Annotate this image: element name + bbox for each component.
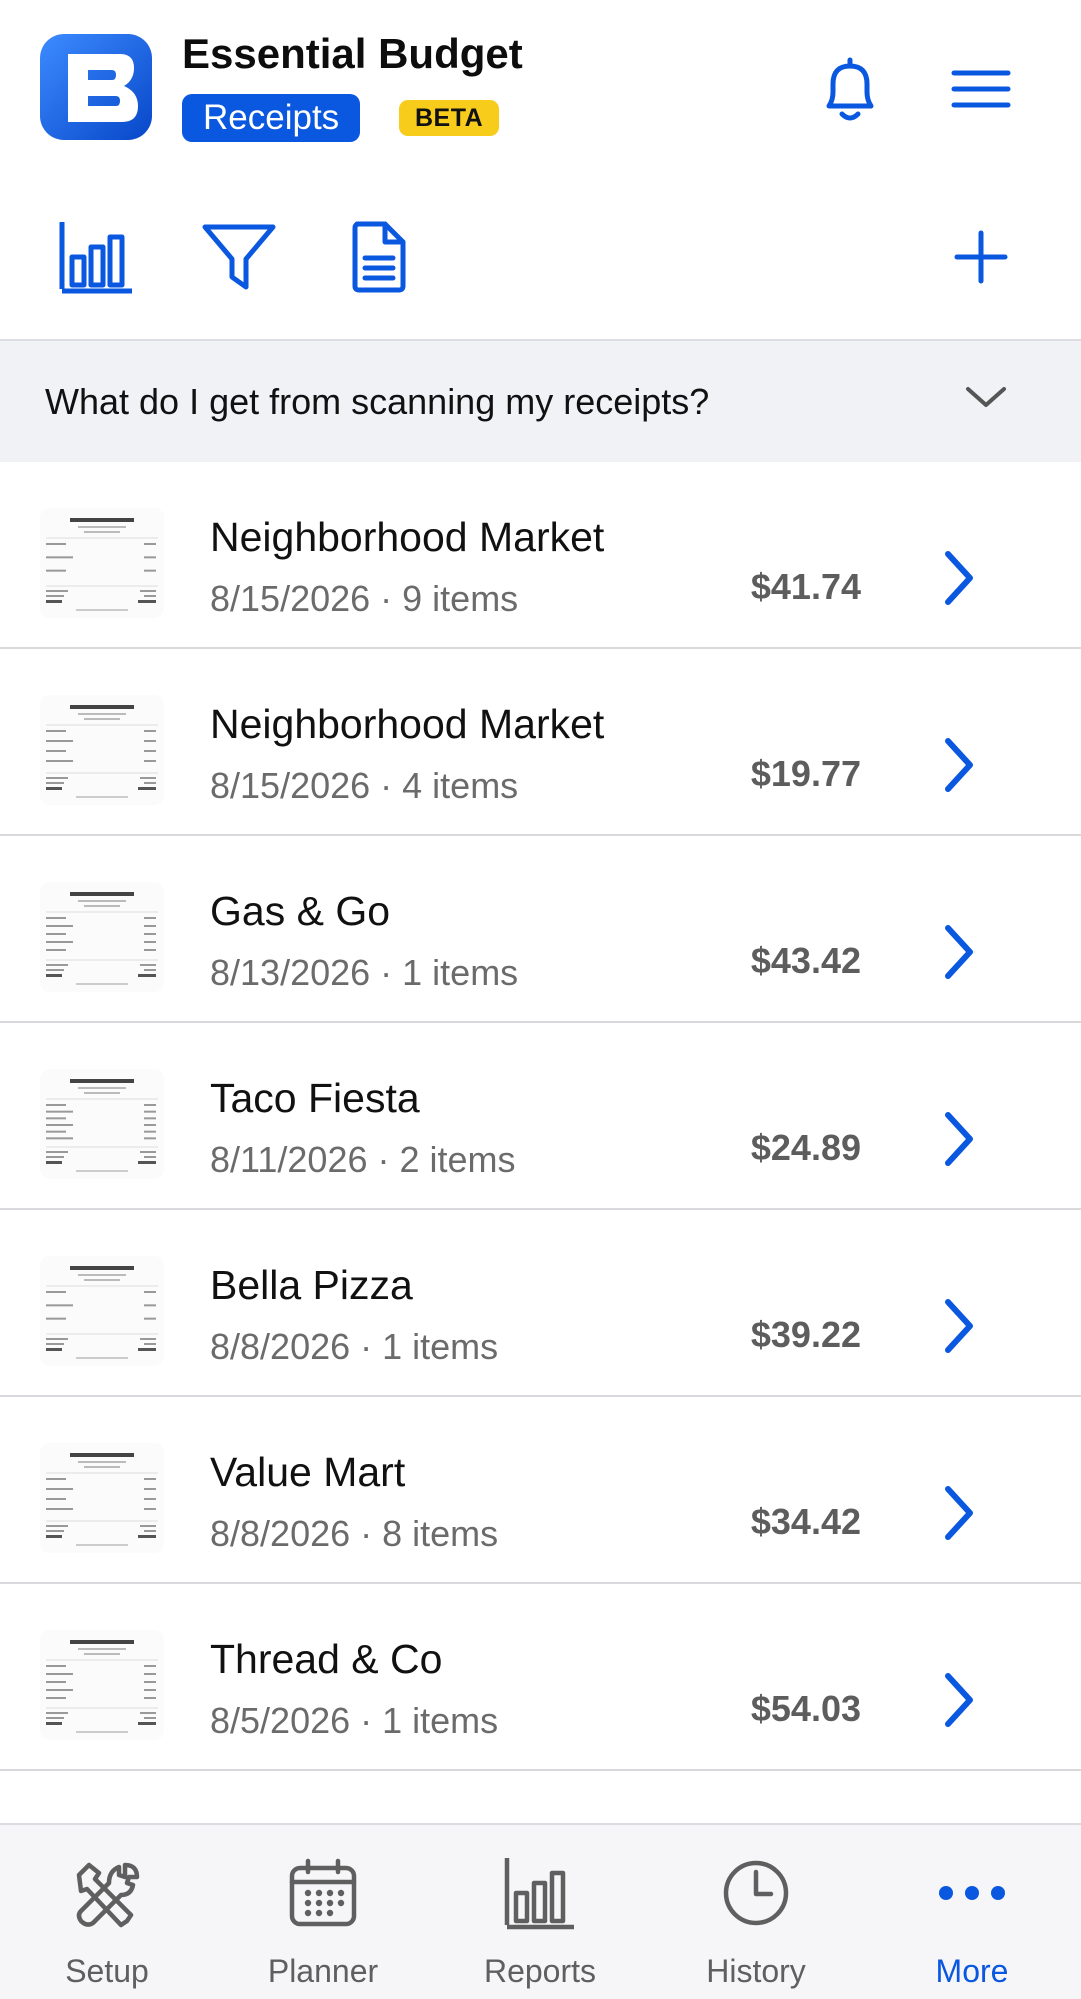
receipt-thumbnail (40, 882, 164, 992)
receipt-amount: $34.42 (750, 1501, 861, 1542)
calendar-icon (285, 1855, 361, 1931)
open-receipt-chevron[interactable] (936, 1670, 980, 1730)
app-title: Essential Budget (182, 30, 523, 77)
receipt-merchant: Gas & Go (210, 888, 391, 934)
document-icon (352, 221, 406, 293)
tab-label: Planner (267, 1953, 379, 1989)
receipt-date-items: 8/11/2026 · 2 items (210, 1139, 516, 1180)
tab-history[interactable]: History (656, 1845, 856, 1989)
tab-label: History (706, 1953, 806, 1989)
chevron-right-icon (945, 551, 973, 605)
receipt-date-items: 8/15/2026 · 4 items (210, 765, 519, 806)
chevron-right-icon (945, 1299, 973, 1353)
receipt-date-items: 8/8/2026 · 8 items (210, 1513, 499, 1554)
receipt-row[interactable]: Neighborhood Market 8/15/2026 · 9 items … (0, 462, 1081, 649)
receipt-thumbnail (40, 1630, 164, 1740)
section-label: Receipts (182, 94, 361, 142)
filter-button[interactable] (194, 212, 284, 302)
add-receipt-button[interactable] (936, 212, 1026, 302)
hamburger-menu-icon (951, 70, 1011, 108)
receipt-row[interactable]: Value Mart 8/8/2026 · 8 items $34.42 (0, 1397, 1081, 1584)
beta-badge: BETA (399, 100, 500, 136)
receipt-merchant: Thread & Co (210, 1636, 443, 1682)
receipt-date-items: 8/5/2026 · 1 items (210, 1700, 499, 1741)
tab-setup[interactable]: Setup (7, 1845, 207, 1989)
filter-icon (202, 224, 276, 290)
tab-planner[interactable]: Planner (223, 1845, 423, 1989)
chevron-right-icon (945, 1112, 973, 1166)
receipt-thumbnail (40, 1256, 164, 1366)
open-receipt-chevron[interactable] (936, 735, 980, 795)
receipt-date-items: 8/13/2026 · 1 items (210, 952, 519, 993)
bar-chart-icon (59, 222, 132, 294)
chevron-right-icon (945, 1486, 973, 1540)
app-header: Essential Budget Receipts BETA (0, 0, 1081, 175)
plus-icon (954, 230, 1008, 284)
clock-icon (718, 1855, 794, 1931)
receipt-amount: $39.22 (750, 1314, 861, 1355)
notifications-button[interactable] (812, 52, 888, 128)
open-receipt-chevron[interactable] (936, 922, 980, 982)
tab-more[interactable]: More (872, 1845, 1072, 1989)
receipt-merchant: Neighborhood Market (210, 701, 605, 747)
receipt-amount: $54.03 (750, 1688, 861, 1729)
bar-chart-icon (502, 1855, 578, 1931)
open-receipt-chevron[interactable] (936, 1483, 980, 1543)
receipt-row[interactable]: Neighborhood Market 8/15/2026 · 4 items … (0, 649, 1081, 836)
receipt-row[interactable]: Gas & Go 8/13/2026 · 1 items $43.42 (0, 836, 1081, 1023)
tab-label: Reports (483, 1953, 597, 1989)
tools-icon (69, 1855, 145, 1931)
receipt-thumbnail (40, 1443, 164, 1553)
tab-label: More (935, 1953, 1009, 1989)
open-receipt-chevron[interactable] (936, 1296, 980, 1356)
receipts-toolbar (0, 198, 1081, 318)
tab-reports[interactable]: Reports (440, 1845, 640, 1989)
bell-icon (826, 57, 874, 121)
receipt-amount: $43.42 (750, 940, 861, 981)
receipt-date-items: 8/8/2026 · 1 items (210, 1326, 499, 1367)
receipt-merchant: Taco Fiesta (210, 1075, 420, 1121)
receipt-date-items: 8/15/2026 · 9 items (210, 578, 519, 619)
receipt-thumbnail (40, 695, 164, 805)
chevron-down-icon (966, 387, 1006, 407)
receipt-row[interactable]: Taco Fiesta 8/11/2026 · 2 items $24.89 (0, 1023, 1081, 1210)
faq-question: What do I get from scanning my receipts? (45, 381, 710, 422)
tab-label: Setup (65, 1953, 149, 1989)
open-receipt-chevron[interactable] (936, 548, 980, 608)
chevron-right-icon (945, 738, 973, 792)
faq-toggle[interactable] (960, 371, 1012, 423)
receipt-merchant: Value Mart (210, 1449, 406, 1495)
receipt-thumbnail (40, 508, 164, 618)
receipt-amount: $19.77 (750, 753, 861, 794)
reports-chart-button[interactable] (52, 212, 142, 302)
more-dots-icon (934, 1855, 1010, 1931)
receipt-thumbnail (40, 1069, 164, 1179)
open-receipt-chevron[interactable] (936, 1109, 980, 1169)
app-logo (38, 32, 154, 144)
receipt-amount: $24.89 (750, 1127, 861, 1168)
receipt-merchant: Neighborhood Market (210, 514, 605, 560)
receipt-merchant: Bella Pizza (210, 1262, 413, 1308)
chevron-right-icon (945, 925, 973, 979)
bottom-tab-bar: Setup Planner Reports History More (0, 1823, 1081, 1999)
chevron-right-icon (945, 1673, 973, 1727)
receipt-amount: $41.74 (750, 566, 861, 607)
receipt-row[interactable]: Bella Pizza 8/8/2026 · 1 items $39.22 (0, 1210, 1081, 1397)
document-button[interactable] (334, 212, 424, 302)
receipt-row[interactable]: Thread & Co 8/5/2026 · 1 items $54.03 (0, 1584, 1081, 1771)
faq-banner[interactable]: What do I get from scanning my receipts? (0, 339, 1081, 462)
menu-button[interactable] (948, 58, 1014, 120)
